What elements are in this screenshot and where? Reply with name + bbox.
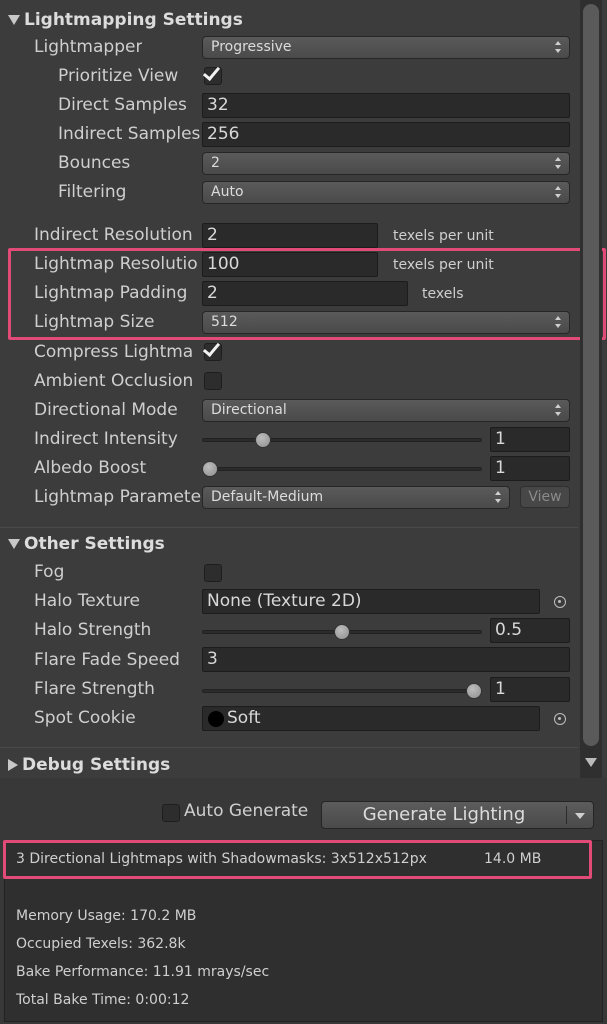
auto-generate-checkbox[interactable]	[162, 804, 180, 822]
spot-cookie-field[interactable]: Soft	[202, 706, 540, 731]
indirect-resolution-label: Indirect Resolution	[34, 225, 193, 245]
section-divider	[0, 747, 578, 748]
dropdown-arrows-icon	[495, 491, 501, 503]
lightmapper-value: Progressive	[211, 39, 292, 55]
texture-thumbnail-icon	[208, 711, 224, 727]
ambient-occlusion-label: Ambient Occlusion	[34, 371, 194, 391]
indirect-intensity-input[interactable]: 1	[490, 427, 570, 452]
lightmap-parameters-dropdown[interactable]: Default-Medium	[202, 486, 510, 509]
indirect-intensity-slider-thumb[interactable]	[254, 432, 271, 448]
dropdown-arrows-icon	[555, 157, 561, 169]
memory-usage: Memory Usage: 170.2 MB	[16, 908, 197, 924]
lightmap-settings-highlight	[8, 248, 606, 340]
halo-strength-slider-thumb[interactable]	[334, 624, 350, 640]
debug-settings-header[interactable]: Debug Settings	[8, 755, 170, 775]
spot-cookie-value: Soft	[227, 708, 261, 728]
filtering-dropdown[interactable]: Auto	[202, 181, 570, 204]
dropdown-arrows-icon	[555, 404, 561, 416]
directional-mode-dropdown[interactable]: Directional	[202, 399, 570, 422]
prioritize-view-label: Prioritize View	[58, 66, 179, 86]
directional-mode-label: Directional Mode	[34, 400, 178, 420]
lightmapper-label: Lightmapper	[34, 37, 143, 57]
lightmaps-summary: 3 Directional Lightmaps with Shadowmasks…	[16, 851, 427, 867]
foldout-expanded-icon[interactable]	[8, 539, 20, 549]
scrollbar-thumb[interactable]	[583, 4, 599, 746]
fog-label: Fog	[34, 562, 65, 582]
prioritize-view-checkbox[interactable]	[202, 62, 222, 85]
other-settings-header[interactable]: Other Settings	[8, 534, 165, 554]
indirect-resolution-unit: texels per unit	[393, 228, 494, 244]
bake-footer: Auto Generate Generate Lighting 3 Direct…	[0, 778, 607, 1024]
lightmapping-settings-title: Lightmapping Settings	[24, 10, 243, 30]
dropdown-arrows-icon	[555, 186, 561, 198]
bake-performance: Bake Performance: 11.91 mrays/sec	[16, 964, 270, 980]
indirect-intensity-label: Indirect Intensity	[34, 429, 178, 449]
button-separator	[566, 806, 567, 824]
direct-samples-label: Direct Samples	[58, 95, 187, 115]
bounces-dropdown[interactable]: 2	[202, 152, 570, 175]
debug-settings-title: Debug Settings	[22, 755, 171, 775]
filtering-value: Auto	[211, 184, 244, 200]
scroll-down-arrow-icon[interactable]	[585, 758, 597, 767]
foldout-collapsed-icon[interactable]	[8, 759, 18, 771]
lightmapper-dropdown[interactable]: Progressive	[202, 36, 570, 59]
halo-strength-input[interactable]: 0.5	[490, 618, 570, 643]
total-bake-time: Total Bake Time: 0:00:12	[16, 992, 190, 1008]
section-divider	[0, 527, 578, 528]
indirect-intensity-slider-track[interactable]	[202, 438, 482, 442]
direct-samples-input[interactable]: 32	[202, 93, 570, 118]
foldout-expanded-icon[interactable]	[8, 15, 20, 25]
vertical-scrollbar[interactable]	[580, 0, 602, 778]
lightmap-parameters-value: Default-Medium	[211, 489, 324, 505]
spot-cookie-label: Spot Cookie	[34, 708, 136, 728]
compress-lightmaps-checkbox[interactable]	[202, 338, 222, 361]
flare-strength-input[interactable]: 1	[490, 677, 570, 702]
flare-strength-slider-track[interactable]	[202, 689, 482, 693]
directional-mode-value: Directional	[211, 402, 287, 418]
view-button[interactable]: View	[520, 486, 570, 508]
occupied-texels: Occupied Texels: 362.8k	[16, 936, 186, 952]
indirect-samples-label: Indirect Samples	[58, 124, 201, 144]
dropdown-arrows-icon	[555, 41, 561, 53]
indirect-resolution-input[interactable]: 2	[202, 223, 378, 248]
lightmapping-settings-header[interactable]: Lightmapping Settings	[8, 10, 243, 30]
halo-strength-label: Halo Strength	[34, 620, 152, 640]
flare-strength-label: Flare Strength	[34, 679, 155, 699]
flare-strength-slider-thumb[interactable]	[466, 683, 482, 699]
filtering-label: Filtering	[58, 182, 127, 202]
albedo-boost-slider-track[interactable]	[202, 467, 482, 471]
fog-checkbox[interactable]	[204, 564, 222, 582]
auto-generate-label: Auto Generate	[184, 801, 309, 821]
lightmaps-size: 14.0 MB	[484, 851, 542, 867]
albedo-boost-label: Albedo Boost	[34, 458, 147, 478]
flare-fade-speed-label: Flare Fade Speed	[34, 650, 180, 670]
object-picker-icon[interactable]	[554, 713, 566, 725]
halo-texture-label: Halo Texture	[34, 591, 140, 611]
flare-fade-speed-input[interactable]: 3	[202, 647, 570, 672]
generate-lighting-button[interactable]: Generate Lighting	[321, 801, 594, 829]
lightmap-parameters-label: Lightmap Paramete	[34, 487, 202, 507]
compress-lightmaps-label: Compress Lightma	[34, 342, 194, 362]
indirect-samples-input[interactable]: 256	[202, 122, 570, 147]
albedo-boost-slider-thumb[interactable]	[202, 461, 218, 477]
bounces-value: 2	[211, 155, 220, 171]
lighting-settings-panel: Lightmapping Settings Lightmapper Progre…	[0, 0, 607, 778]
checkmark-icon	[202, 338, 221, 358]
other-settings-title: Other Settings	[24, 534, 165, 554]
generate-lighting-label: Generate Lighting	[362, 804, 526, 825]
dropdown-arrow-icon[interactable]	[575, 813, 585, 819]
checkmark-icon	[202, 62, 221, 82]
object-picker-icon[interactable]	[554, 596, 566, 608]
albedo-boost-input[interactable]: 1	[490, 456, 570, 481]
ambient-occlusion-checkbox[interactable]	[204, 372, 222, 390]
bounces-label: Bounces	[58, 153, 131, 173]
halo-texture-field[interactable]: None (Texture 2D)	[202, 589, 540, 614]
